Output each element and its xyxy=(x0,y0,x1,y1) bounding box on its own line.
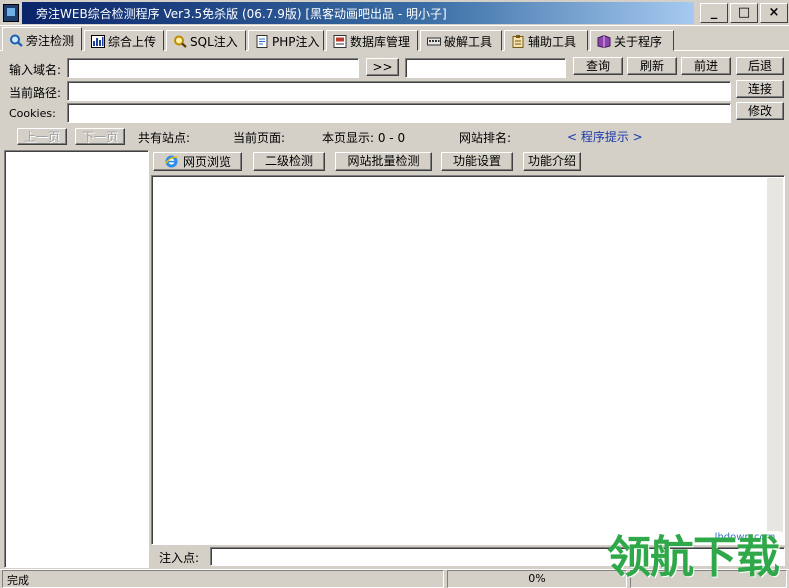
tab-label: SQL注入 xyxy=(190,35,238,49)
tab-crack-tools[interactable]: 破解工具 xyxy=(420,30,502,51)
progress-percent: 0% xyxy=(447,570,627,588)
site-rank-label: 网站排名: xyxy=(459,131,512,145)
database-icon xyxy=(333,35,347,48)
level2-detect-button[interactable]: 二级检测 xyxy=(253,152,325,171)
browse-button-label: 网页浏览 xyxy=(182,154,231,169)
domain-label: 输入域名: xyxy=(9,63,62,77)
magnifier-icon xyxy=(173,35,187,48)
path-input[interactable] xyxy=(67,81,731,101)
tab-side-detect[interactable]: 旁注检测 xyxy=(2,27,82,51)
tab-about[interactable]: 关于程序 xyxy=(590,30,674,51)
tab-label: 综合上传 xyxy=(108,35,157,49)
modify-button[interactable]: 修改 xyxy=(736,102,784,120)
browse-button[interactable]: 网页浏览 xyxy=(153,152,242,171)
prev-page-button[interactable]: 上一页 xyxy=(17,128,67,145)
settings-button[interactable]: 功能设置 xyxy=(441,152,513,171)
clipboard-icon xyxy=(511,35,525,48)
app-icon[interactable] xyxy=(3,4,19,22)
query-button[interactable]: 查询 xyxy=(573,57,623,75)
back-button[interactable]: 后退 xyxy=(736,57,784,75)
minimize-button[interactable]: _ xyxy=(700,3,728,23)
status-text: 完成 xyxy=(2,570,444,588)
cookies-label: Cookies: xyxy=(9,107,56,120)
keyboard-icon xyxy=(427,35,441,48)
site-list-panel[interactable] xyxy=(4,150,149,568)
tab-upload[interactable]: 综合上传 xyxy=(84,30,164,51)
document-icon xyxy=(255,35,269,48)
sites-count-label: 共有站点: xyxy=(138,131,191,145)
intro-button[interactable]: 功能介绍 xyxy=(523,152,581,171)
tab-label: 破解工具 xyxy=(444,35,493,49)
window-title: 旁注WEB综合检测程序 Ver3.5免杀版 (06.7.9版) [黑客动画吧出品… xyxy=(22,2,694,24)
inject-point-label: 注入点: xyxy=(159,551,200,565)
domain-input[interactable] xyxy=(67,58,359,78)
title-bar: 旁注WEB综合检测程序 Ver3.5免杀版 (06.7.9版) [黑客动画吧出品… xyxy=(0,0,789,26)
tab-label: 旁注检测 xyxy=(26,33,75,48)
tab-aux-tools[interactable]: 辅助工具 xyxy=(504,30,588,51)
tab-database[interactable]: 数据库管理 xyxy=(326,30,418,51)
browser-view[interactable] xyxy=(151,175,785,545)
close-button[interactable]: × xyxy=(760,3,788,23)
tab-bar: 旁注检测 综合上传 SQL注入 PHP注入 数据库管理 破解工具 辅助工具 关于… xyxy=(0,27,789,51)
tab-label: 辅助工具 xyxy=(528,35,577,49)
vertical-scrollbar[interactable] xyxy=(767,178,783,543)
bar-chart-icon xyxy=(91,35,105,48)
tab-sql-inject[interactable]: SQL注入 xyxy=(166,30,246,51)
tab-label: 数据库管理 xyxy=(350,35,411,49)
program-hint-link[interactable]: < 程序提示 > xyxy=(567,128,643,145)
tab-php-inject[interactable]: PHP注入 xyxy=(248,30,324,51)
book-icon xyxy=(597,34,611,49)
next-page-button[interactable]: 下一页 xyxy=(75,128,125,145)
tab-label: 关于程序 xyxy=(614,35,663,49)
ie-icon xyxy=(164,154,179,169)
extra-input[interactable] xyxy=(405,58,566,78)
batch-detect-button[interactable]: 网站批量检测 xyxy=(335,152,432,171)
refresh-button[interactable]: 刷新 xyxy=(627,57,677,75)
maximize-button[interactable]: □ xyxy=(730,3,758,23)
page-shown-label: 本页显示: 0 - 0 xyxy=(322,131,406,145)
cookies-input[interactable] xyxy=(67,103,731,123)
forward-button[interactable]: 前进 xyxy=(681,57,731,75)
watermark-logo: 领航下载 xyxy=(607,532,780,583)
tab-label: PHP注入 xyxy=(272,35,320,49)
current-page-label: 当前页面: xyxy=(233,131,286,145)
path-label: 当前路径: xyxy=(9,86,62,100)
magnifier-icon xyxy=(9,34,23,47)
go-button[interactable]: >> xyxy=(366,58,399,76)
connect-button[interactable]: 连接 xyxy=(736,80,784,98)
